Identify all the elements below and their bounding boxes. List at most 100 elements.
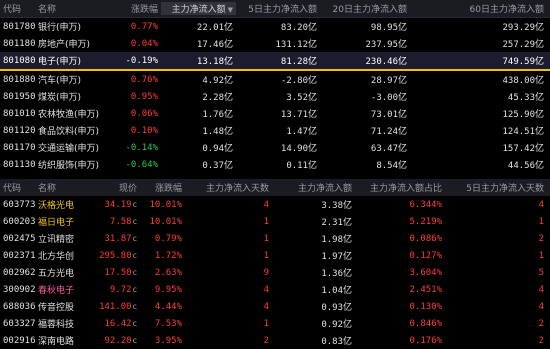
sector-name: 银行(申万) [38,23,82,33]
stock-5d-inflow-days: 4 [538,199,544,210]
table-row[interactable]: 300902 春秋电子 9.72c 9.95% 4 1.04亿 2.451% 4 [0,281,550,298]
stock-price-cell: 17.50c [85,268,140,278]
stock-price: 31.87 [104,233,132,244]
stock-name: 传音控股 [38,303,75,313]
table-row[interactable]: 801080 电子(申万) -0.19% 13.18亿 81.28亿 230.46亿 749… [0,52,550,69]
price-badge: c [132,318,137,328]
sector-change: -0.64% [125,159,158,170]
table-row[interactable]: 801120 食品饮料(申万) 0.10% 1.48亿 1.47亿 71.24亿 124.5… [0,122,550,139]
col-20d-net-inflow[interactable]: 20日主力净流入额 [320,2,410,15]
col-price[interactable]: 现价 [85,181,140,194]
stock-main-net-inflow: 0.93亿 [321,303,352,313]
sector-20d-net-inflow: 230.46亿 [365,57,407,67]
sector-change: 0.06% [130,108,158,119]
col-code[interactable]: 代码 [0,181,35,194]
stock-change: 0.79% [154,233,182,244]
col-code[interactable]: 代码 [0,2,35,15]
col-inflow-days[interactable]: 主力净流入天数 [185,181,272,194]
stock-code: 600203 [3,216,35,227]
stock-price: 7.58 [109,216,132,227]
stock-change: 2.63% [154,267,182,278]
sector-main-net-inflow: 22.01亿 [196,23,233,33]
table-row[interactable]: 801170 交通运输(申万) -0.14% 0.94亿 14.90亿 63.47亿 157… [0,139,550,156]
table-row[interactable]: 600203 福日电子 7.58c 10.01% 1 2.31亿 5.219% 1 [0,213,550,230]
stock-code: 002371 [3,250,35,261]
sector-code: 801950 [3,91,35,102]
stock-code: 688036 [3,301,35,312]
col-name[interactable]: 名称 [35,2,99,15]
table-row[interactable]: 801780 银行(申万) 0.77% 22.01亿 83.20亿 98.95亿 293.2… [0,18,550,35]
sector-20d-net-inflow: 28.97亿 [370,76,407,86]
sector-main-net-inflow: 1.76亿 [202,110,233,120]
stock-change: 1.72% [154,250,182,261]
stock-5d-inflow-days: 4 [538,301,544,312]
sector-change: 0.04% [130,38,158,49]
stock-price-cell: 16.42c [85,319,140,329]
sector-name: 食品饮料(申万) [38,127,99,137]
col-net-inflow-ratio[interactable]: 主力净流入额占比 [355,181,445,194]
col-name[interactable]: 名称 [35,181,85,194]
table-row[interactable]: 603327 福蓉科技 16.42c 7.53% 1 0.92亿 0.846% 2 [0,315,550,332]
table-row[interactable]: 801130 纺织服饰(申万) -0.64% 0.37亿 0.11亿 8.54亿 44.56… [0,156,550,173]
col-main-net-inflow[interactable]: 主力净流入额 ▼ [161,2,236,15]
stock-net-inflow-ratio: 0.176% [409,335,442,346]
sector-main-net-inflow: 4.92亿 [202,76,233,86]
stock-change: 9.95% [154,284,182,295]
price-badge: c [132,267,137,277]
sector-code: 801010 [3,108,35,119]
stock-net-inflow-ratio: 0.130% [409,301,442,312]
col-change[interactable]: 涨跌幅 [140,181,185,194]
col-main-net-inflow[interactable]: 主力净流入额 [272,181,355,194]
sector-60d-net-inflow: 293.29亿 [502,23,544,33]
sector-5d-net-inflow: 14.90亿 [280,144,317,154]
sector-change: 0.77% [130,21,158,32]
table-row[interactable]: 801880 汽车(申万) 0.76% 4.92亿 -2.80亿 28.97亿 438.00… [0,71,550,88]
stock-main-net-inflow: 0.83亿 [321,337,352,347]
stock-price-cell: 31.87c [85,234,140,244]
sector-change: -0.19% [125,55,158,66]
stock-name: 春秋电子 [38,286,75,296]
stock-net-inflow-ratio: 0.127% [409,250,442,261]
table-row[interactable]: 801180 房地产(申万) 0.04% 17.46亿 131.12亿 237.95亿 25… [0,35,550,52]
stock-5d-inflow-days: 4 [538,284,544,295]
stock-net-inflow-ratio: 2.451% [409,284,442,295]
stock-price-cell: 34.19c [85,200,140,210]
table-row[interactable]: 603773 沃格光电 34.19c 10.01% 4 3.38亿 6.344% 4 [0,196,550,213]
price-badge: c [132,199,137,209]
sector-main-net-inflow: 13.18亿 [196,57,233,67]
stock-name: 沃格光电 [38,201,75,211]
stock-name: 深南电路 [38,337,75,347]
table-row[interactable]: 002916 深南电路 92.20c 3.95% 2 0.83亿 0.176% 2 [0,332,550,349]
sector-name: 纺织服饰(申万) [38,161,99,171]
stock-price: 16.42 [104,318,132,329]
stock-price: 295.80 [99,250,132,261]
sector-change: -0.14% [125,142,158,153]
sector-code: 801180 [3,38,35,49]
table-row[interactable]: 002475 立讯精密 31.87c 0.79% 1 1.98亿 0.086% 2 [0,230,550,247]
col-change[interactable]: 涨跌幅 [99,2,161,15]
table-row[interactable]: 688036 传音控股 141.00c 4.44% 4 0.93亿 0.130% 4 [0,298,550,315]
stock-name: 五方光电 [38,269,75,279]
sector-change: 0.10% [130,125,158,136]
stock-inflow-days: 2 [263,335,269,346]
table-row[interactable]: 801010 农林牧渔(申万) 0.06% 1.76亿 13.71亿 73.01亿 125.… [0,105,550,122]
stock-code: 300902 [3,284,35,295]
sector-table-body: 801780 银行(申万) 0.77% 22.01亿 83.20亿 98.95亿 293.2… [0,18,550,173]
stock-name: 北方华创 [38,252,75,262]
stock-change: 4.44% [154,301,182,312]
col-5d-net-inflow[interactable]: 5日主力净流入额 [236,2,320,15]
table-row[interactable]: 002371 北方华创 295.80c 1.72% 1 1.97亿 0.127% 1 [0,247,550,264]
stock-main-net-inflow: 1.36亿 [321,269,352,279]
sector-name: 房地产(申万) [38,40,91,50]
stock-net-inflow-ratio: 5.219% [409,216,442,227]
stock-code: 603773 [3,199,35,210]
sector-20d-net-inflow: -3.00亿 [370,93,407,103]
price-badge: c [132,233,137,243]
sector-60d-net-inflow: 257.29亿 [502,40,544,50]
stock-5d-inflow-days: 2 [538,335,544,346]
col-5d-inflow-days[interactable]: 5日主力净流入天数 [445,181,550,194]
table-row[interactable]: 801950 煤炭(申万) 0.95% 2.28亿 3.52亿 -3.00亿 45.33亿 [0,88,550,105]
table-row[interactable]: 002962 五方光电 17.50c 2.63% 9 1.36亿 3.604% 5 [0,264,550,281]
stock-net-inflow-ratio: 3.604% [409,267,442,278]
col-60d-net-inflow[interactable]: 60日主力净流入额 [410,2,550,15]
